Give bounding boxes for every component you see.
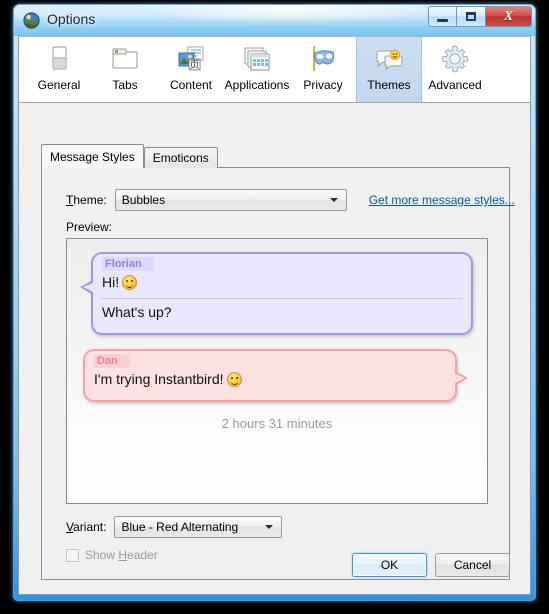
options-window: Options X General Tabs 页 Content Applica…	[13, 4, 536, 601]
message-text: Hi!	[102, 274, 120, 290]
theme-dropdown-value: Bubbles	[121, 193, 166, 207]
smiley-emoticon-icon	[226, 372, 242, 387]
message-text: I'm trying Instantbird!	[94, 371, 224, 387]
ok-button-label: OK	[380, 558, 399, 572]
chevron-down-icon	[265, 525, 274, 529]
show-header-label-pre: Show	[85, 548, 119, 562]
variant-label-rest: ariant:	[73, 520, 107, 534]
cancel-button-label: Cancel	[453, 558, 492, 572]
tab-label: Message Styles	[50, 149, 135, 164]
variant-label: Variant:	[66, 520, 106, 534]
show-header-label: Show Header	[85, 548, 158, 562]
message-line: What's up?	[101, 298, 463, 325]
show-header-row[interactable]: Show Header	[66, 548, 158, 562]
general-icon	[43, 43, 75, 75]
preview-label: Preview:	[66, 220, 113, 234]
tab-message-styles[interactable]: Message Styles	[41, 144, 144, 168]
message-sender: Florian	[101, 257, 154, 271]
toolbar-item-label: Applications	[224, 78, 290, 92]
tab-emoticons[interactable]: Emoticons	[143, 147, 218, 168]
variant-row: Variant: Blue - Red Alternating	[66, 516, 283, 538]
message-style-preview: Florian Hi! What's up? Dan I'm trying In…	[66, 238, 488, 504]
window-title: Options	[47, 11, 96, 27]
cancel-button[interactable]: Cancel	[435, 553, 510, 577]
theme-label: Theme:	[66, 193, 107, 207]
themes-icon	[373, 43, 405, 75]
toolbar-item-label: General	[37, 78, 81, 92]
show-header-label-post: eader	[127, 548, 158, 562]
message-line: I'm trying Instantbird!	[85, 369, 455, 392]
bubble-incoming: Florian Hi! What's up?	[80, 252, 473, 335]
session-duration-text: 2 hours 31 minutes	[221, 416, 333, 431]
tab-label: Emoticons	[152, 151, 209, 165]
toolbar-item-label: Content	[169, 78, 213, 92]
toolbar-item-applications[interactable]: Applications	[224, 37, 290, 102]
themes-pane: Message Styles Emoticons Theme: Bubbles …	[19, 103, 530, 594]
tabs-icon	[109, 43, 141, 75]
dialog-footer: OK Cancel	[352, 553, 510, 577]
instantbird-icon	[23, 12, 40, 29]
minimize-button[interactable]	[428, 6, 457, 27]
applications-icon	[241, 43, 273, 75]
show-header-checkbox[interactable]	[66, 548, 79, 562]
toolbar-item-content[interactable]: 页 Content	[158, 37, 224, 102]
content-icon: 页	[175, 43, 207, 75]
minimize-icon	[437, 19, 448, 22]
toolbar-item-themes[interactable]: Themes	[356, 37, 422, 102]
show-header-accesskey: H	[118, 548, 128, 562]
dialog-client-area: General Tabs 页 Content Applications Priv…	[18, 36, 531, 595]
ok-button[interactable]: OK	[352, 553, 427, 577]
window-controls: X	[428, 6, 532, 27]
bubble-outgoing: Dan I'm trying Instantbird!	[83, 349, 468, 402]
variant-dropdown[interactable]: Blue - Red Alternating	[114, 516, 283, 538]
inner-tabstrip: Message Styles Emoticons	[41, 144, 218, 168]
chevron-down-icon	[329, 198, 338, 202]
bubble-tail-left-icon	[80, 280, 93, 295]
advanced-gear-icon	[439, 43, 471, 75]
close-icon: X	[503, 8, 514, 24]
message-styles-panel: Theme: Bubbles Get more message styles..…	[41, 167, 515, 580]
bubble-tail-right-icon	[455, 371, 468, 386]
toolbar-item-general[interactable]: General	[26, 37, 92, 102]
toolbar-item-label: Advanced	[428, 78, 482, 92]
message-incoming: Florian Hi! What's up?	[67, 252, 487, 335]
variant-dropdown-value: Blue - Red Alternating	[121, 520, 239, 534]
privacy-mask-icon	[307, 43, 339, 75]
title-bar: Options X	[14, 5, 535, 36]
message-outgoing: Dan I'm trying Instantbird!	[67, 349, 487, 402]
maximize-button[interactable]	[457, 6, 486, 27]
toolbar-item-label: Themes	[367, 78, 411, 92]
message-text: What's up?	[102, 304, 172, 320]
get-more-message-styles-link[interactable]: Get more message styles...	[369, 193, 515, 207]
theme-dropdown[interactable]: Bubbles	[114, 189, 347, 211]
toolbar-item-advanced[interactable]: Advanced	[422, 37, 488, 102]
smiley-emoticon-icon	[122, 275, 138, 290]
toolbar-item-label: Privacy	[303, 78, 343, 92]
svg-text:页: 页	[190, 59, 200, 71]
message-line: Hi!	[93, 272, 471, 295]
toolbar-item-label: Tabs	[112, 78, 138, 92]
toolbar-item-tabs[interactable]: Tabs	[92, 37, 158, 102]
close-button[interactable]: X	[486, 6, 532, 27]
theme-row: Theme: Bubbles Get more message styles..…	[66, 189, 515, 211]
options-category-toolbar: General Tabs 页 Content Applications Priv…	[19, 37, 530, 103]
message-sender: Dan	[93, 354, 130, 368]
toolbar-item-privacy[interactable]: Privacy	[290, 37, 356, 102]
theme-label-rest: heme:	[73, 193, 107, 207]
maximize-icon	[466, 12, 476, 21]
